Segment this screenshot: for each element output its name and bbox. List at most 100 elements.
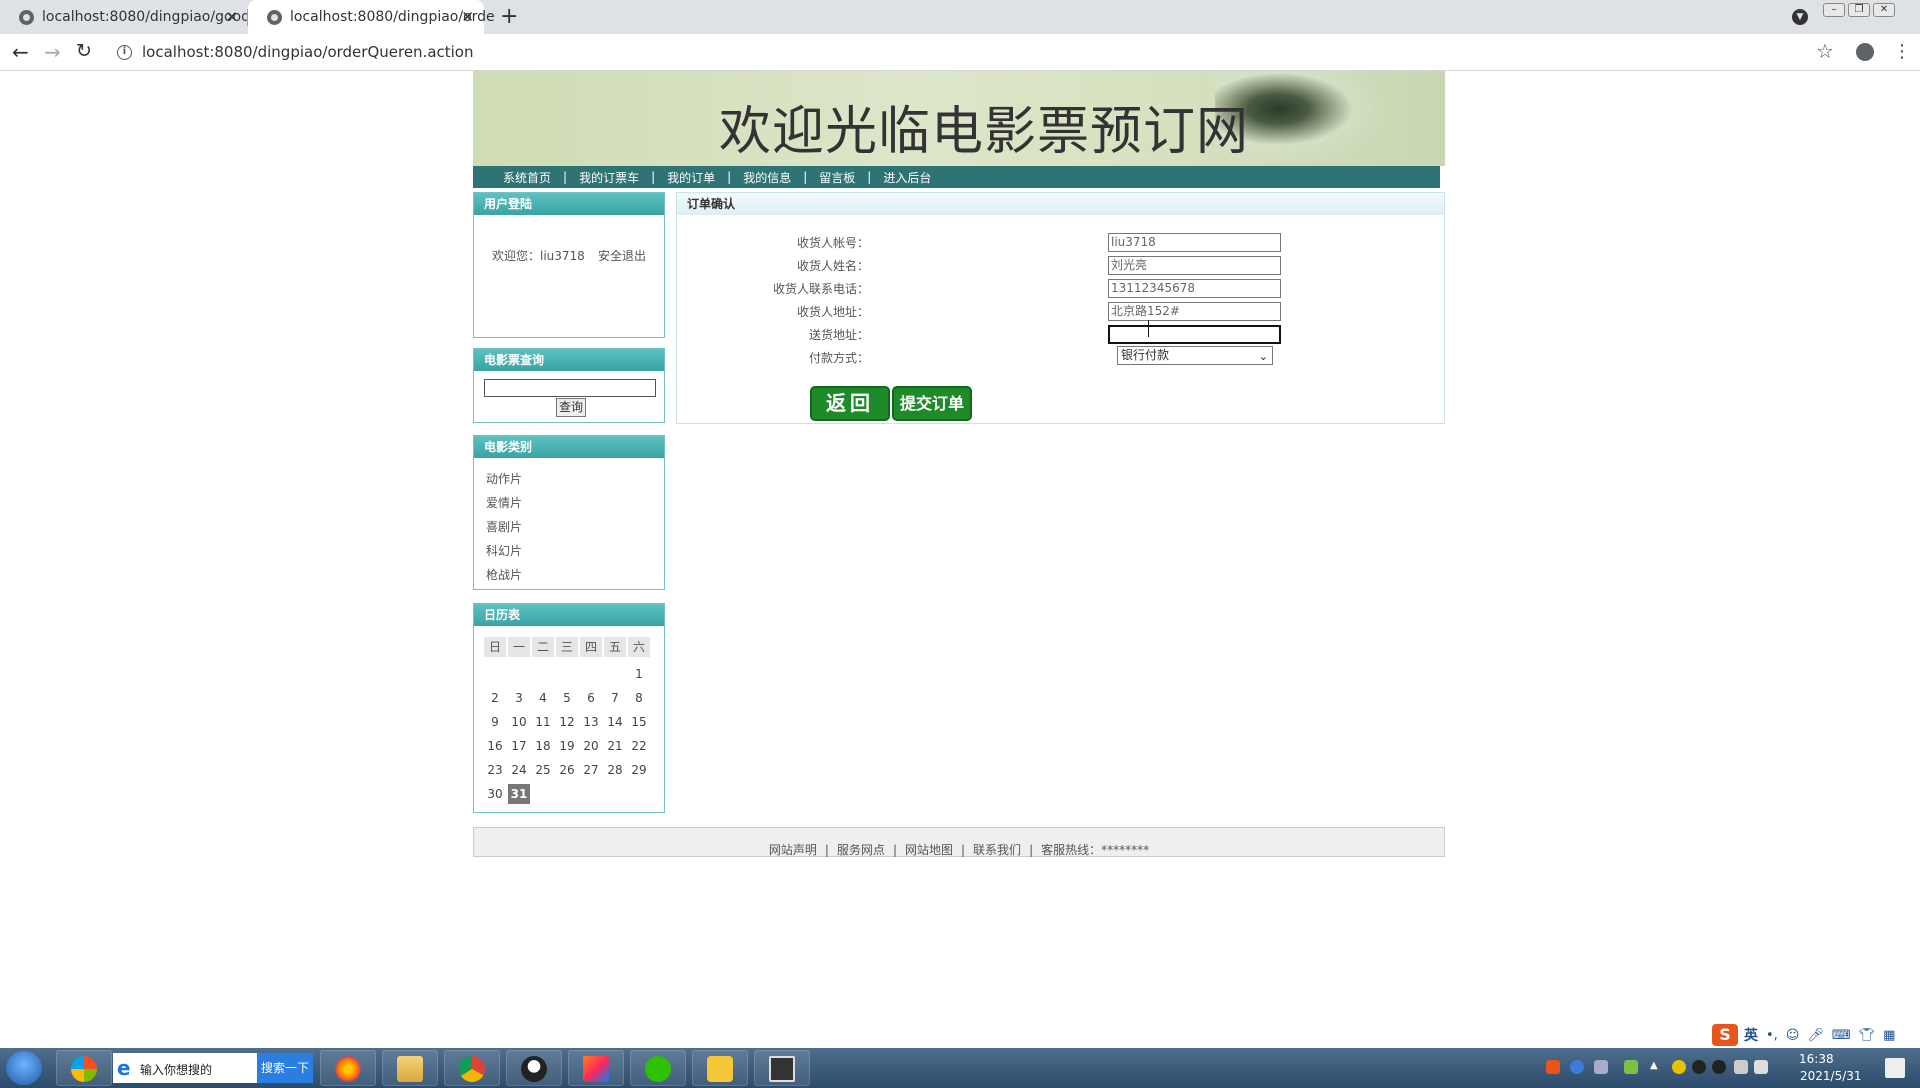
- category-item[interactable]: 枪战片: [486, 566, 522, 583]
- taskbar-app[interactable]: [568, 1050, 624, 1086]
- ie-search-box[interactable]: e 输入你想搜的: [113, 1053, 257, 1083]
- minimize-icon[interactable]: –: [1823, 3, 1845, 17]
- ie-search-button[interactable]: 搜索一下: [257, 1053, 313, 1083]
- display-icon[interactable]: [1754, 1060, 1768, 1074]
- calendar-day[interactable]: 10: [508, 712, 530, 732]
- ime-language[interactable]: 英: [1744, 1025, 1758, 1045]
- forward-arrow-icon[interactable]: →: [44, 40, 61, 64]
- logout-link[interactable]: 安全退出: [598, 247, 646, 264]
- name-field[interactable]: 刘光亮: [1108, 256, 1281, 275]
- category-item[interactable]: 喜剧片: [486, 518, 522, 535]
- calendar-day[interactable]: 27: [580, 760, 602, 780]
- close-icon[interactable]: ✕: [461, 8, 474, 26]
- taskbar-app[interactable]: [444, 1050, 500, 1086]
- nav-orders[interactable]: 我的订单: [667, 169, 715, 186]
- microphone-icon[interactable]: 🎤︎: [1807, 1028, 1824, 1043]
- footer-link[interactable]: 服务网点: [837, 843, 885, 857]
- profile-avatar-icon[interactable]: [1856, 43, 1874, 61]
- calendar-day[interactable]: 1: [628, 664, 650, 684]
- clock-time[interactable]: 16:38: [1799, 1052, 1834, 1066]
- category-item[interactable]: 动作片: [486, 470, 522, 487]
- submit-order-button[interactable]: 提交订单: [892, 386, 972, 421]
- calendar-day[interactable]: 14: [604, 712, 626, 732]
- address-bar[interactable]: localhost:8080/dingpiao/orderQueren.acti…: [142, 43, 474, 61]
- qq-tray-icon[interactable]: [1712, 1060, 1726, 1074]
- category-item[interactable]: 爱情片: [486, 494, 522, 511]
- calendar-day[interactable]: 17: [508, 736, 530, 756]
- account-field[interactable]: liu3718: [1108, 233, 1281, 252]
- calendar-day[interactable]: 18: [532, 736, 554, 756]
- sogou-ime-icon[interactable]: S: [1712, 1024, 1738, 1046]
- menu-kebab-icon[interactable]: ⋮: [1893, 41, 1911, 62]
- taskbar-app[interactable]: [320, 1050, 376, 1086]
- browser-tab-active[interactable]: localhost:8080/dingpiao/orde ✕: [248, 0, 495, 34]
- calendar-day[interactable]: 24: [508, 760, 530, 780]
- notification-icon[interactable]: [1885, 1058, 1905, 1078]
- sogou-tray-icon[interactable]: [1546, 1060, 1560, 1074]
- calendar-day[interactable]: 3: [508, 688, 530, 708]
- calendar-day[interactable]: 15: [628, 712, 650, 732]
- delivery-address-field[interactable]: [1108, 325, 1281, 344]
- calendar-day[interactable]: 11: [532, 712, 554, 732]
- show-hidden-icon[interactable]: ▲: [1650, 1060, 1664, 1074]
- address-field[interactable]: 北京路152#: [1108, 302, 1281, 321]
- close-icon[interactable]: ✕: [225, 8, 238, 26]
- calendar-day[interactable]: 29: [628, 760, 650, 780]
- battery-icon[interactable]: [1624, 1060, 1638, 1074]
- taskbar-app[interactable]: [382, 1050, 438, 1086]
- category-item[interactable]: 科幻片: [486, 542, 522, 559]
- grid-icon[interactable]: ▦: [1883, 1028, 1895, 1043]
- search-input[interactable]: [484, 379, 656, 397]
- calendar-day[interactable]: 4: [532, 688, 554, 708]
- calendar-day[interactable]: 30: [484, 784, 506, 804]
- nav-message-board[interactable]: 留言板: [819, 169, 855, 186]
- calendar-day[interactable]: 2: [484, 688, 506, 708]
- security-icon[interactable]: [1672, 1060, 1686, 1074]
- browser-tab[interactable]: localhost:8080/dingpiao/good ✕: [0, 0, 250, 34]
- nav-admin[interactable]: 进入后台: [883, 169, 931, 186]
- back-button[interactable]: 返回: [810, 386, 890, 421]
- calendar-day[interactable]: 21: [604, 736, 626, 756]
- calendar-day[interactable]: 23: [484, 760, 506, 780]
- calendar-day[interactable]: 26: [556, 760, 578, 780]
- emoji-icon[interactable]: ☺: [1786, 1028, 1800, 1043]
- help-icon[interactable]: [1570, 1060, 1584, 1074]
- restore-icon[interactable]: ❐: [1848, 3, 1870, 17]
- calendar-day[interactable]: 9: [484, 712, 506, 732]
- search-button[interactable]: 查询: [556, 398, 586, 417]
- network-icon[interactable]: [1594, 1060, 1608, 1074]
- taskbar-app[interactable]: [506, 1050, 562, 1086]
- taskbar-app[interactable]: [630, 1050, 686, 1086]
- ie-search-input[interactable]: 输入你想搜的: [140, 1061, 212, 1078]
- calendar-day[interactable]: 8: [628, 688, 650, 708]
- tab-search-icon[interactable]: ▼: [1792, 9, 1808, 25]
- volume-icon[interactable]: [1734, 1060, 1748, 1074]
- calendar-day[interactable]: 7: [604, 688, 626, 708]
- nav-home[interactable]: 系统首页: [503, 169, 551, 186]
- keyboard-icon[interactable]: ⌨: [1832, 1028, 1851, 1043]
- calendar-day[interactable]: 25: [532, 760, 554, 780]
- calendar-day-today[interactable]: 31: [508, 784, 530, 804]
- payment-select[interactable]: 银行付款 ⌄: [1117, 346, 1273, 365]
- close-window-icon[interactable]: ✕: [1873, 3, 1895, 17]
- nav-profile[interactable]: 我的信息: [743, 169, 791, 186]
- calendar-day[interactable]: 13: [580, 712, 602, 732]
- nav-cart[interactable]: 我的订票车: [579, 169, 639, 186]
- info-icon[interactable]: i: [117, 45, 132, 60]
- taskbar-app[interactable]: [692, 1050, 748, 1086]
- clock-date[interactable]: 2021/5/31: [1800, 1069, 1862, 1083]
- calendar-day[interactable]: 22: [628, 736, 650, 756]
- calendar-day[interactable]: 28: [604, 760, 626, 780]
- windows-logo-icon[interactable]: [6, 1051, 42, 1085]
- footer-link[interactable]: 联系我们: [973, 843, 1021, 857]
- calendar-day[interactable]: 12: [556, 712, 578, 732]
- reload-icon[interactable]: ↻: [76, 40, 92, 62]
- skin-icon[interactable]: 👕︎: [1859, 1028, 1876, 1043]
- footer-link[interactable]: 网站地图: [905, 843, 953, 857]
- phone-field[interactable]: 13112345678: [1108, 279, 1281, 298]
- calendar-day[interactable]: 16: [484, 736, 506, 756]
- calendar-day[interactable]: 19: [556, 736, 578, 756]
- calendar-day[interactable]: 6: [580, 688, 602, 708]
- calendar-day[interactable]: 20: [580, 736, 602, 756]
- new-tab-icon[interactable]: +: [500, 4, 518, 29]
